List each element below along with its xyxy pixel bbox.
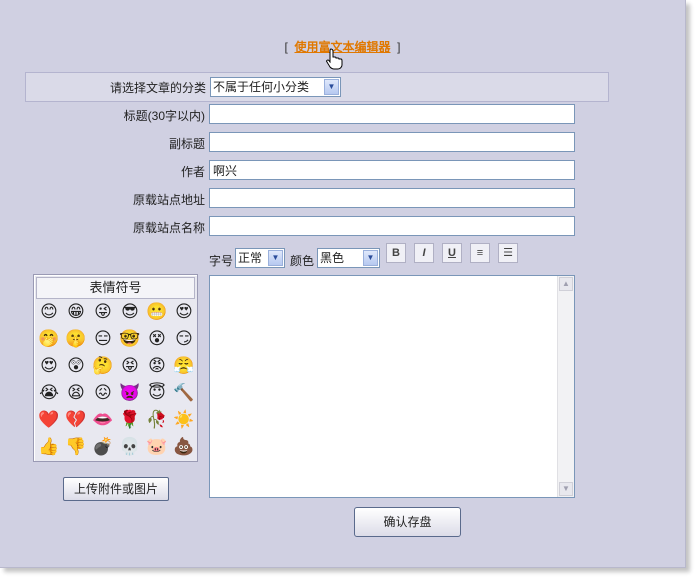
chevron-down-icon: ▼ — [268, 250, 283, 266]
emoji-item[interactable]: 💣 — [92, 436, 114, 458]
scroll-up-icon[interactable]: ▲ — [559, 277, 573, 291]
title-input[interactable] — [209, 104, 575, 124]
source-url-input[interactable] — [209, 188, 575, 208]
emoji-item[interactable]: 😡 — [146, 355, 168, 377]
font-size-value: 正常 — [238, 251, 263, 265]
emoji-item[interactable]: 🤭 — [38, 328, 60, 350]
emoji-item[interactable]: 👍 — [38, 436, 60, 458]
font-size-select[interactable]: 正常 ▼ — [235, 248, 285, 268]
emoji-item[interactable]: 😵 — [146, 328, 168, 350]
category-label: 请选择文章的分类 — [109, 81, 206, 95]
source-url-label: 原载站点地址 — [132, 193, 205, 207]
emoji-item[interactable]: 💀 — [119, 436, 141, 458]
emoji-panel-title: 表情符号 — [36, 277, 195, 299]
emoji-item[interactable]: 😝 — [119, 355, 141, 377]
content-textarea[interactable]: ▲ ▼ — [209, 275, 575, 498]
emoji-item[interactable]: 👿 — [119, 382, 141, 404]
emoji-item[interactable]: ❤️ — [38, 409, 60, 431]
emoji-item[interactable]: 😫 — [65, 382, 87, 404]
save-button[interactable]: 确认存盘 — [354, 507, 461, 537]
italic-button[interactable]: I — [414, 243, 434, 263]
chevron-down-icon: ▼ — [363, 250, 378, 266]
emoji-item[interactable]: 😊 — [38, 301, 60, 323]
category-select[interactable]: 不属于任何小分类 ▼ — [210, 77, 341, 97]
emoji-panel: 表情符号 😊 😁 😜 😎 😬 😍 🤭 🤫 😑 🤓 😵 😏 😍 😲 🤔 😝 😡 😤 😭 😫 😖 👿 😇 🔨 ❤️ 💔 👄 🌹 🥀 ☀️ 👍 👎 💣… — [33, 274, 198, 462]
vertical-scrollbar[interactable]: ▲ ▼ — [557, 276, 574, 497]
center-align-button[interactable]: ≡ — [470, 243, 490, 263]
emoji-item[interactable]: 😭 — [38, 382, 60, 404]
chevron-down-icon: ▼ — [324, 79, 339, 95]
emoji-item[interactable]: 😇 — [146, 382, 168, 404]
emoji-item[interactable]: 😍 — [173, 301, 195, 323]
emoji-item[interactable]: 😁 — [65, 301, 87, 323]
category-row: 请选择文章的分类 不属于任何小分类 ▼ — [25, 72, 609, 102]
emoji-item[interactable]: 😏 — [173, 328, 195, 350]
emoji-item[interactable]: ☀️ — [173, 409, 195, 431]
category-selected: 不属于任何小分类 — [213, 80, 310, 94]
emoji-item[interactable]: 💩 — [173, 436, 195, 458]
color-label: 颜色 — [290, 254, 315, 268]
emoji-item[interactable]: 😎 — [119, 301, 141, 323]
color-value: 黑色 — [320, 251, 345, 265]
title-label: 标题(30字以内) — [123, 109, 205, 123]
subtitle-input[interactable] — [209, 132, 575, 152]
source-name-input[interactable] — [209, 216, 575, 236]
hand-pointer-icon — [326, 48, 343, 70]
emoji-item[interactable]: 🤔 — [92, 355, 114, 377]
emoji-item[interactable]: 😲 — [65, 355, 87, 377]
subtitle-label: 副标题 — [168, 137, 205, 151]
source-name-label: 原载站点名称 — [132, 221, 205, 235]
color-select[interactable]: 黑色 ▼ — [317, 248, 380, 268]
font-size-label: 字号 — [209, 254, 234, 268]
form-panel: [ 使用富文本编辑器 ] 请选择文章的分类 不属于任何小分类 ▼ 标题(30字以… — [0, 0, 686, 568]
scroll-down-icon[interactable]: ▼ — [559, 482, 573, 496]
bold-button[interactable]: B — [386, 243, 406, 263]
emoji-item[interactable]: 😖 — [92, 382, 114, 404]
emoji-item[interactable]: 😜 — [92, 301, 114, 323]
emoji-item[interactable]: 💔 — [65, 409, 87, 431]
bracket-right: ] — [397, 40, 401, 54]
emoji-item[interactable]: 🔨 — [173, 382, 195, 404]
emoji-item[interactable]: 🤓 — [119, 328, 141, 350]
emoji-item[interactable]: 😑 — [92, 328, 114, 350]
emoji-item[interactable]: 🥀 — [146, 409, 168, 431]
emoji-item[interactable]: 🌹 — [119, 409, 141, 431]
emoji-item[interactable]: 🐷 — [146, 436, 168, 458]
author-label: 作者 — [180, 165, 205, 179]
emoji-item[interactable]: 🤫 — [65, 328, 87, 350]
underline-button[interactable]: U — [442, 243, 462, 263]
emoji-item[interactable]: 😍 — [38, 355, 60, 377]
list-button[interactable]: ☰ — [498, 243, 518, 263]
emoji-item[interactable]: 😤 — [173, 355, 195, 377]
emoji-item[interactable]: 😬 — [146, 301, 168, 323]
upload-attachment-button[interactable]: 上传附件或图片 — [63, 477, 169, 501]
bracket-left: [ — [284, 40, 288, 54]
emoji-item[interactable]: 👎 — [65, 436, 87, 458]
author-input[interactable]: 啊兴 — [209, 160, 575, 180]
emoji-item[interactable]: 👄 — [92, 409, 114, 431]
